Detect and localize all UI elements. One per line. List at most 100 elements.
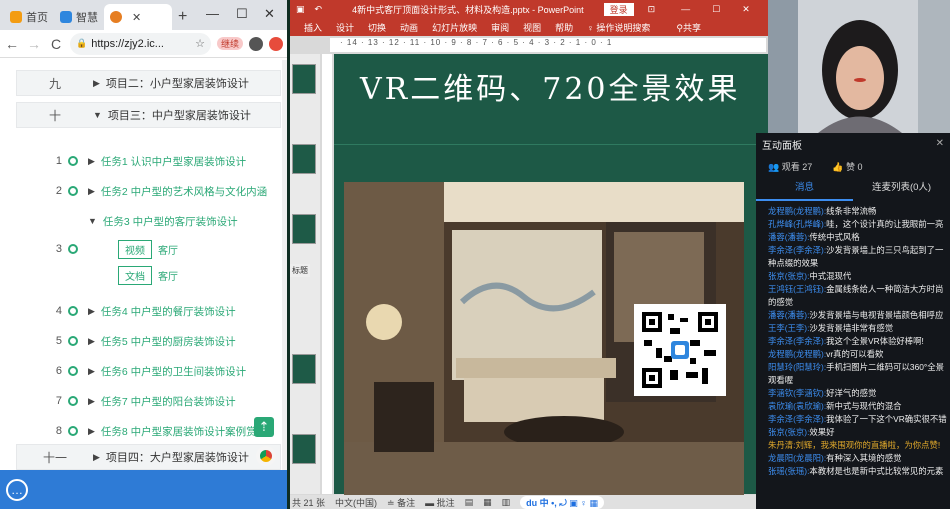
panel-header: 互动面板 ✕ (756, 133, 950, 155)
back-to-top-icon[interactable]: ⇡ (254, 417, 274, 437)
star-icon[interactable]: ☆ (195, 37, 205, 50)
slide-thumbnail[interactable] (292, 64, 316, 94)
ribbon-tab[interactable]: 动画 (400, 21, 418, 34)
likes-count[interactable]: 👍 赞 0 (832, 160, 862, 173)
slide-thumbnail[interactable] (292, 144, 316, 174)
url-input[interactable]: 🔒 https://zjy2.ic... ☆ (70, 32, 211, 55)
browser-tab-2[interactable]: 智慧 (54, 4, 104, 30)
ribbon-tab[interactable]: 视图 (523, 21, 541, 34)
address-bar-row: ← → C 🔒 https://zjy2.ic... ☆ 继续 (0, 30, 287, 58)
tab-co-host-list[interactable]: 连麦列表(0人) (853, 177, 950, 201)
language-status[interactable]: 中文(中国) (335, 496, 377, 509)
ribbon-tab[interactable]: 幻灯片放映 (432, 21, 477, 34)
caret-right-icon: ▶ (88, 395, 95, 406)
minimize-button[interactable]: — (206, 6, 219, 21)
chrome-icon[interactable] (256, 446, 276, 466)
chat-message: 阳慧玲(阳慧玲):手机扫图片二维码可以360°全景观看喔 (768, 362, 944, 385)
interaction-panel: 互动面板 ✕ 👥 观看 27 👍 赞 0 消息 连麦列表(0人) 龙程鹏(龙程鹏… (756, 133, 950, 509)
task-row[interactable]: 2 ▶ 任务2 中户型的艺术风格与文化内涵 (16, 178, 281, 204)
task-row[interactable]: 7 ▶ 任务7 中户型的阳台装饰设计 (16, 388, 281, 414)
browser-tab-1[interactable]: 首页 (4, 4, 54, 30)
unit-row[interactable]: 十 ▼ 项目三：中户型家居装饰设计 (16, 102, 281, 128)
panel-title: 互动面板 (762, 140, 802, 152)
notes-button[interactable]: ≐ 备注 (387, 496, 415, 509)
ribbon-tab[interactable]: 插入 (304, 21, 322, 34)
caret-right-icon: ▶ (88, 155, 95, 166)
task-row[interactable]: 8 ▶ 任务8 中户型家居装饰设计案例赏析 (16, 418, 281, 444)
task-row[interactable]: 4 ▶ 任务4 中户型的餐厅装饰设计 (16, 298, 281, 324)
profile-icon[interactable] (249, 36, 263, 51)
close-icon[interactable]: ✕ (936, 138, 944, 149)
ime-toolbar[interactable]: du 中 •, ⤾ ▣ ♀ ▦ (520, 495, 605, 509)
lightbulb-icon: ♀ (587, 22, 594, 33)
ribbon-display-icon[interactable]: ⊡ (648, 4, 656, 15)
ribbon-tab[interactable]: 审阅 (491, 21, 509, 34)
powerpoint-window: ▣ ↶ 4新中式客厅顶面设计形式、材料及构造.pptx - PowerPoint… (290, 0, 768, 509)
chat-message: 李余泽(李余泽):我体验了一下这个VR确实很不错 (768, 414, 947, 424)
tab-messages[interactable]: 消息 (756, 177, 853, 201)
slide-title[interactable]: VR二维码、720全景效果 (360, 64, 741, 108)
resource-type-badge: 视频 (118, 240, 152, 259)
ppt-ribbon-tabs: 插入 设计 切换 动画 幻灯片放映 审阅 视图 帮助 ♀ 操作说明搜索 ⚲共享 (290, 18, 768, 36)
lock-icon: 🔒 (76, 38, 88, 48)
maximize-button[interactable]: ☐ (236, 6, 248, 22)
close-window-button[interactable]: ✕ (742, 4, 750, 15)
task-row[interactable]: 1 ▶ 任务1 认识中户型家居装饰设计 (16, 148, 281, 174)
record-icon[interactable] (269, 36, 283, 51)
reading-view-icon[interactable]: ▥ (502, 497, 511, 508)
back-icon[interactable]: ← (4, 36, 20, 52)
browser-tab-active[interactable]: ✕ (104, 4, 172, 30)
ribbon-tab[interactable]: 切换 (368, 21, 386, 34)
comments-button[interactable]: ▬ 批注 (425, 496, 455, 509)
sorter-view-icon[interactable]: ▦ (483, 497, 492, 508)
chat-message: 龙晨阳(龙晨阳):有种深入其境的感觉 (768, 453, 902, 463)
ribbon-tab[interactable]: 设计 (336, 21, 354, 34)
resource-item[interactable]: 视频 客厅 (118, 240, 178, 259)
ribbon-tab[interactable]: 帮助 (555, 21, 573, 34)
qr-code-image[interactable] (634, 304, 726, 396)
task-row[interactable]: 5 ▶ 任务5 中户型的厨房装饰设计 (16, 328, 281, 354)
minimize-button[interactable]: — (681, 4, 690, 14)
save-icon[interactable]: ▣ (296, 4, 305, 15)
login-button[interactable]: 登录 (603, 2, 634, 16)
slide-thumbnail[interactable] (292, 214, 316, 244)
chat-message: 张京(张京):中式混现代 (768, 271, 852, 281)
share-button[interactable]: ⚲共享 (676, 21, 701, 34)
tell-me-search[interactable]: ♀ 操作说明搜索 (587, 21, 650, 34)
message-list: 龙程鹏(龙程鹏):线条非常流畅 孔烨峰(孔烨峰):哇，这个设计真的让我眼前一亮 … (756, 201, 950, 478)
chat-message: 李余泽(李余泽):沙发背景墙上的三只鸟起到了一种点缀的效果 (768, 245, 944, 268)
live-panel: 互动面板 ✕ 👥 观看 27 👍 赞 0 消息 连麦列表(0人) 龙程鹏(龙程鹏… (756, 0, 950, 509)
chat-message: 张瑶(张瑶):本教材是也是新中式比较常见的元素 (768, 466, 944, 476)
caret-right-icon: ▶ (93, 451, 100, 462)
undo-icon[interactable]: ↶ (315, 4, 323, 15)
slide-thumbnail[interactable] (292, 434, 316, 464)
progress-circle-icon (68, 186, 78, 196)
viewers-icon: 👥 (768, 161, 780, 172)
ppt-statusbar: 共 21 张 中文(中国) ≐ 备注 ▬ 批注 ▤ ▦ ▥ du 中 •, ⤾ … (290, 495, 768, 509)
task3-index: 3 (16, 236, 106, 262)
chat-bubble-icon[interactable]: … (6, 478, 28, 501)
unit-row[interactable]: 九 ▶ 项目二：小户型家居装饰设计 (16, 70, 281, 96)
slide-thumbnail[interactable] (292, 354, 316, 384)
close-tab-icon[interactable]: ✕ (132, 11, 141, 24)
task-row[interactable]: 6 ▶ 任务6 中户型的卫生间装饰设计 (16, 358, 281, 384)
chat-message: 孔烨峰(孔烨峰):哇，这个设计真的让我眼前一亮 (768, 219, 944, 229)
slide-canvas[interactable]: VR二维码、720全景效果 (334, 54, 768, 500)
forward-icon[interactable]: → (26, 36, 42, 52)
vertical-ruler (322, 54, 332, 494)
normal-view-icon[interactable]: ▤ (465, 497, 474, 508)
new-tab-button[interactable]: + (178, 8, 187, 26)
task-row-expanded[interactable]: ▼ 任务3 中户型的客厅装饰设计 (88, 208, 281, 234)
extension-badge[interactable]: 继续 (216, 37, 243, 50)
close-window-button[interactable]: ✕ (264, 6, 275, 22)
chat-message: 王鸿钰(王鸿钰):金属线条给人一种简洁大方时尚的感觉 (768, 284, 944, 307)
course-outline: 九 ▶ 项目二：小户型家居装饰设计 十 ▼ 项目三：中户型家居装饰设计 1 ▶ … (0, 60, 287, 470)
caret-right-icon: ▶ (93, 77, 100, 88)
resource-item[interactable]: 文档 客厅 (118, 266, 178, 285)
maximize-button[interactable]: ☐ (712, 4, 720, 15)
app-icon (10, 11, 22, 23)
unit-row[interactable]: 十一 ▶ 项目四：大户型家居装饰设计 (16, 444, 281, 470)
reload-icon[interactable]: C (48, 36, 64, 52)
caret-right-icon: ▶ (88, 185, 95, 196)
bottom-toolbar: … (0, 470, 287, 509)
